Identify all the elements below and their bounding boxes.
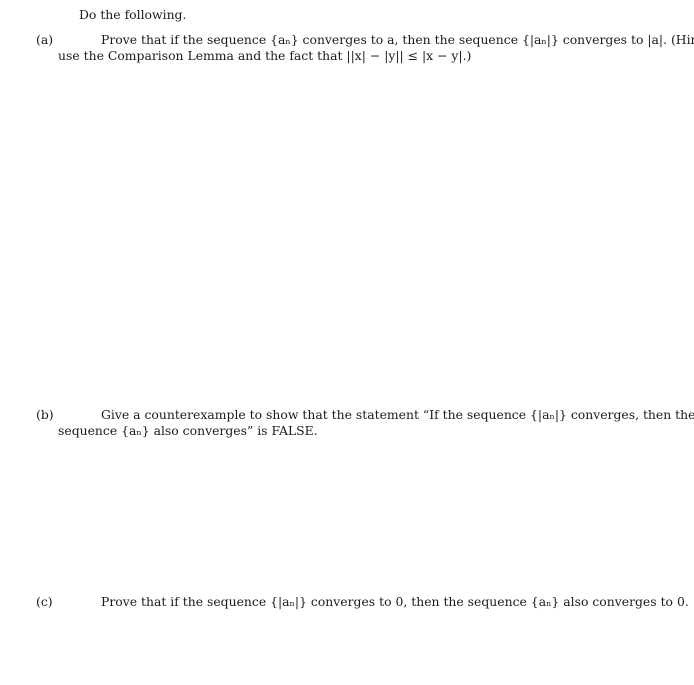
problem-statement-line: Prove that if the sequence {aₙ} converge… bbox=[101, 32, 694, 47]
problem-statement-line: sequence {aₙ} also converges” is FALSE. bbox=[58, 423, 318, 438]
part-label: (a) bbox=[36, 32, 54, 47]
part-label: (c) bbox=[36, 594, 53, 609]
problem-statement-line: Prove that if the sequence {|aₙ|} conver… bbox=[101, 594, 689, 609]
intro-text: Do the following. bbox=[79, 7, 187, 22]
problem-statement-line: Give a counterexample to show that the s… bbox=[101, 407, 694, 422]
part-label: (b) bbox=[36, 407, 54, 422]
problem-statement-line: use the Comparison Lemma and the fact th… bbox=[58, 48, 472, 63]
